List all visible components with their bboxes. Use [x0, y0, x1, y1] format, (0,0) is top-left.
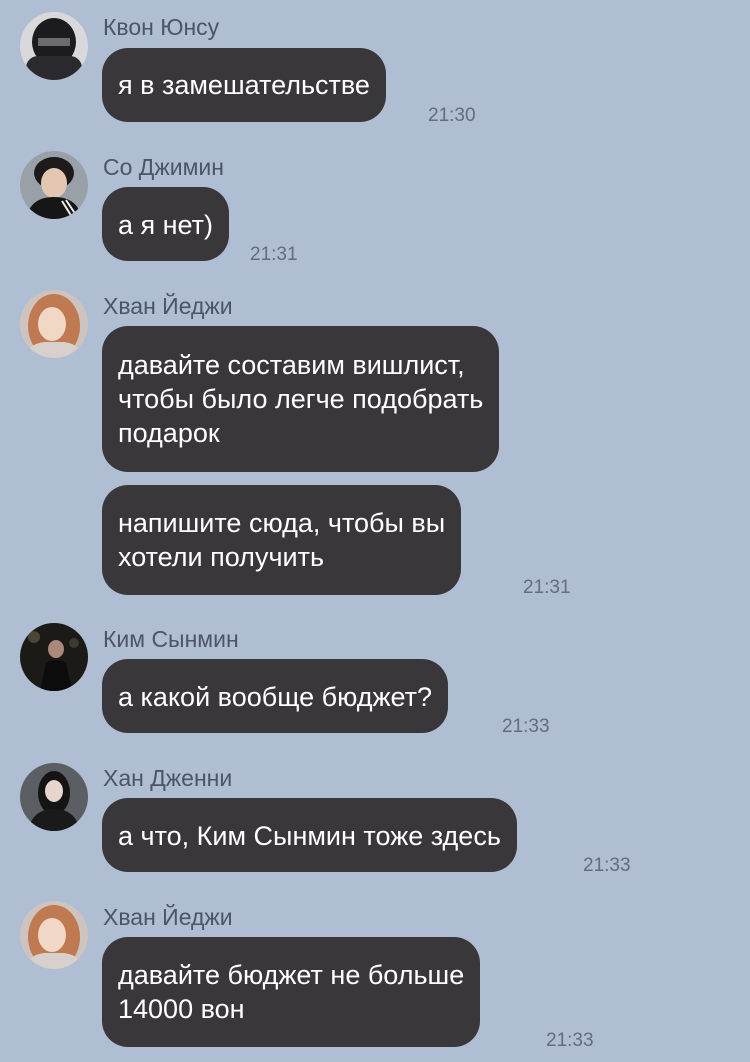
message-bubble[interactable]: а какой вообще бюджет? [102, 659, 449, 733]
message-time: 21:31 [523, 577, 571, 598]
message-text: а какой вообще бюджет? [118, 682, 433, 712]
sender-name: Хван Йеджи [103, 293, 233, 319]
message-bubble[interactable]: а что, Ким Сынмин тоже здесь [102, 798, 517, 872]
message-text: а что, Ким Сынмин тоже здесь [118, 821, 501, 851]
message-text: давайте составим вишлист, чтобы было лег… [118, 350, 484, 448]
message-bubble[interactable]: напишите сюда, чтобы вы хотели получить [102, 485, 462, 595]
avatar-han-jenny[interactable] [20, 763, 88, 831]
message-time: 21:33 [502, 716, 550, 737]
message-bubble[interactable]: я в замешательстве [102, 48, 386, 122]
avatar-kim-seungmin[interactable] [20, 623, 88, 691]
message-time: 21:33 [583, 855, 631, 876]
message-bubble[interactable]: а я нет) [102, 187, 230, 261]
sender-name: Хван Йеджи [103, 904, 233, 930]
chat-feed[interactable]: Квон Юнсу я в замешательстве 21:30 Со Дж… [0, 0, 750, 1062]
sender-name: Ким Сынмин [103, 626, 239, 652]
message-bubble[interactable]: давайте составим вишлист, чтобы было лег… [102, 326, 500, 472]
sender-name: Хан Дженни [103, 765, 233, 791]
sender-name: Квон Юнсу [103, 14, 220, 40]
message-text: напишите сюда, чтобы вы хотели получить [118, 508, 446, 572]
message-text: а я нет) [118, 210, 214, 240]
message-time: 21:30 [428, 105, 476, 126]
message-time: 21:31 [250, 244, 298, 265]
message-time: 21:33 [546, 1030, 594, 1051]
sender-name: Со Джимин [103, 154, 224, 180]
avatar-kwon-yunsu[interactable] [20, 12, 88, 80]
avatar-hwang-yeji[interactable] [20, 901, 88, 969]
message-text: я в замешательстве [118, 70, 370, 100]
message-bubble[interactable]: давайте бюджет не больше 14000 вон [102, 937, 481, 1047]
avatar-so-jimin[interactable] [20, 151, 88, 219]
message-text: давайте бюджет не больше 14000 вон [118, 960, 465, 1024]
avatar-hwang-yeji[interactable] [20, 290, 88, 358]
